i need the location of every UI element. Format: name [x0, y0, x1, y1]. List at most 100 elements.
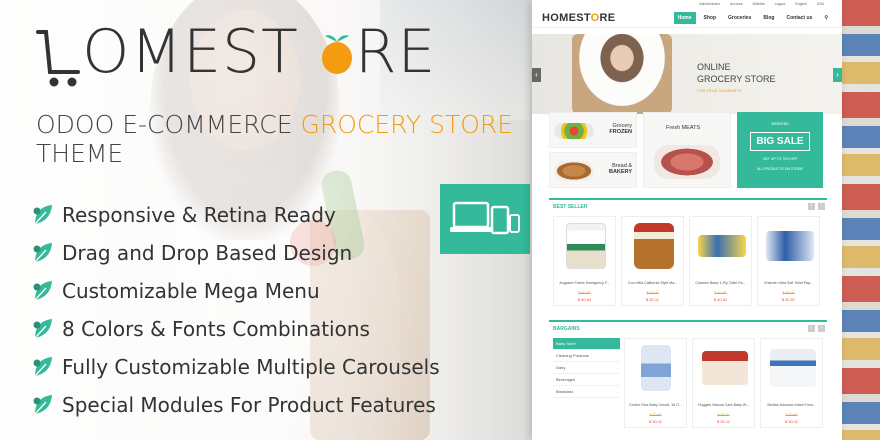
feature-text: 8 Colors & Fonts Combinations: [62, 317, 370, 341]
headline-line2: THEME: [36, 139, 124, 168]
preview-logo-st: ST: [576, 11, 591, 24]
bargain-category[interactable]: Breakfast: [553, 386, 620, 398]
meat-image: [654, 145, 720, 179]
menu-contact[interactable]: Contact us: [782, 12, 816, 24]
best-seller-section: BEST SELLER ‹ › Augason Farms Emergency F…: [549, 198, 827, 314]
sale-discount: GET UP TO 70% OFF: [762, 157, 798, 161]
topbar-wishlist[interactable]: Wishlist: [753, 2, 765, 6]
feature-text: Responsive & Retina Ready: [62, 203, 336, 227]
product-image: [698, 235, 746, 257]
devices-icon: [450, 201, 520, 235]
preview-logo-o: O: [590, 11, 600, 24]
leaf-icon: [33, 281, 52, 301]
category-bakery[interactable]: Bread & BAKERY: [549, 152, 637, 188]
feature-text: Drag and Drop Based Design: [62, 241, 353, 265]
feature-item: Special Modules For Product Features: [30, 386, 440, 424]
frozen-veg-image: [554, 123, 594, 139]
product-card[interactable]: Charmin Basic 1-Ply Toilet Pa... $ 40.00…: [689, 216, 752, 306]
product-image: [566, 223, 606, 269]
feature-list: Responsive & Retina Ready Drag and Drop …: [30, 196, 440, 424]
product-name: Charmin Basic 1-Ply Toilet Pa...: [695, 281, 746, 285]
product-price: $ 30.57: [781, 297, 796, 302]
prev-arrow-icon[interactable]: ‹: [808, 325, 815, 332]
orange-fruit-icon: [321, 35, 352, 74]
headline-prefix: ODOO E-COMMERCE: [36, 110, 301, 139]
category-frozen-label: Grocery FROZEN: [609, 123, 632, 135]
preview-navbar: HOMESTORE Home Shop Groceries Blog Conta…: [532, 8, 842, 28]
product-card[interactable]: Augason Farms Emergency F... $ 60.00 $ 5…: [553, 216, 616, 306]
bread-image: [554, 161, 594, 181]
product-card[interactable]: Coro Mila California Style Ma... $ 10.00…: [621, 216, 684, 306]
meats-label: Fresh MEATS: [666, 125, 701, 131]
product-image: [770, 349, 816, 387]
product-card[interactable]: Gerber Rice Baby Cereal, 16 O... $ 20.00…: [624, 338, 687, 428]
product-card[interactable]: Similac Advance Infant Form... $ 30.00 $…: [760, 338, 823, 428]
logo-text: HOMEST RE: [36, 22, 436, 82]
best-seller-pager: ‹ ›: [808, 203, 825, 210]
responsive-devices-badge: [440, 184, 530, 254]
menu-blog[interactable]: Blog: [759, 12, 778, 24]
preview-logo[interactable]: HOMESTORE: [542, 12, 615, 24]
bargains-category-list: Baby Store Cleaning Products Dairy Bever…: [553, 338, 620, 430]
best-seller-products: Augason Farms Emergency F... $ 60.00 $ 5…: [549, 214, 827, 308]
preview-menu: Home Shop Groceries Blog Contact us ⚲: [673, 11, 832, 24]
bargains-body: Baby Store Cleaning Products Dairy Bever…: [549, 336, 827, 430]
category-meats[interactable]: Fresh MEATS: [643, 112, 731, 188]
feature-item: 8 Colors & Fonts Combinations: [30, 310, 440, 348]
slider-prev-button[interactable]: ‹: [532, 68, 541, 82]
menu-groceries[interactable]: Groceries: [724, 12, 755, 24]
logo-re: RE: [354, 17, 437, 87]
leaf-icon: [33, 395, 52, 415]
product-name: Gerber Rice Baby Cereal, 16 O...: [629, 403, 682, 407]
feature-item: Responsive & Retina Ready: [30, 196, 440, 234]
bargain-category[interactable]: Dairy: [553, 362, 620, 374]
next-arrow-icon[interactable]: ›: [818, 203, 825, 210]
leaf-icon: [33, 243, 52, 263]
topbar-logout[interactable]: Logout: [775, 2, 786, 6]
product-old-price: $ 40.00: [782, 291, 795, 295]
logo-home-rest: OME: [82, 17, 223, 87]
prev-arrow-icon[interactable]: ‹: [808, 203, 815, 210]
hero-slider: ‹ ONLINE GROCERY STORE FOR TRUE GOURMETS…: [532, 34, 842, 114]
product-price: $ 30.11: [784, 419, 799, 424]
product-image: [634, 223, 674, 269]
product-name: Augason Farms Emergency F...: [559, 281, 610, 285]
headline-accent: GROCERY STORE: [300, 110, 514, 139]
product-card[interactable]: Charmin Ultra Soft Toilet Pap... $ 40.00…: [757, 216, 820, 306]
product-card[interactable]: Huggies Natural Care Baby W... $ 30.00 $…: [692, 338, 755, 428]
category-frozen[interactable]: Grocery FROZEN: [549, 112, 637, 148]
bargain-category[interactable]: Cleaning Products: [553, 350, 620, 362]
bargain-category[interactable]: Baby Store: [553, 338, 620, 350]
hero-title: GROCERY STORE: [697, 74, 776, 84]
product-name: Huggies Natural Care Baby W...: [698, 403, 749, 407]
topbar-language[interactable]: English: [795, 2, 806, 6]
best-seller-title: BEST SELLER: [553, 204, 588, 210]
preview-logo-re: RE: [599, 11, 616, 24]
hero-image: [572, 34, 672, 114]
menu-shop[interactable]: Shop: [700, 12, 721, 24]
next-arrow-icon[interactable]: ›: [818, 325, 825, 332]
product-image: [641, 345, 671, 391]
product-price: $ 50.64: [577, 297, 592, 302]
product-old-price: $ 20.00: [649, 413, 662, 417]
search-icon[interactable]: ⚲: [820, 12, 832, 24]
product-old-price: $ 30.00: [785, 413, 798, 417]
bargains-title: BARGAINS: [553, 326, 580, 332]
category-bakery-label: Bread & BAKERY: [609, 163, 632, 175]
product-old-price: $ 30.00: [717, 413, 730, 417]
homestore-logo: HOMEST RE: [36, 22, 436, 87]
preview-logo-home: HOME: [542, 11, 577, 24]
topbar-currency[interactable]: USA: [817, 2, 824, 6]
category-banners: Grocery FROZEN Bread & BAKERY Fresh MEATS …: [549, 112, 827, 192]
leaf-icon: [33, 205, 52, 225]
shopping-cart-icon: [36, 30, 80, 87]
topbar-admin[interactable]: Administrator: [699, 2, 720, 6]
big-sale-banner[interactable]: WEEKEND BIG SALE GET UP TO 70% OFF ALL P…: [737, 112, 823, 188]
bargain-category[interactable]: Beverages: [553, 374, 620, 386]
menu-home[interactable]: Home: [673, 11, 696, 24]
feature-text: Special Modules For Product Features: [62, 393, 436, 417]
preview-topbar: Administrator Account Wishlist Logout En…: [532, 0, 842, 8]
slider-next-button[interactable]: ›: [833, 68, 842, 82]
frozen-bottom-text: FROZEN: [609, 129, 632, 135]
topbar-account[interactable]: Account: [730, 2, 743, 6]
